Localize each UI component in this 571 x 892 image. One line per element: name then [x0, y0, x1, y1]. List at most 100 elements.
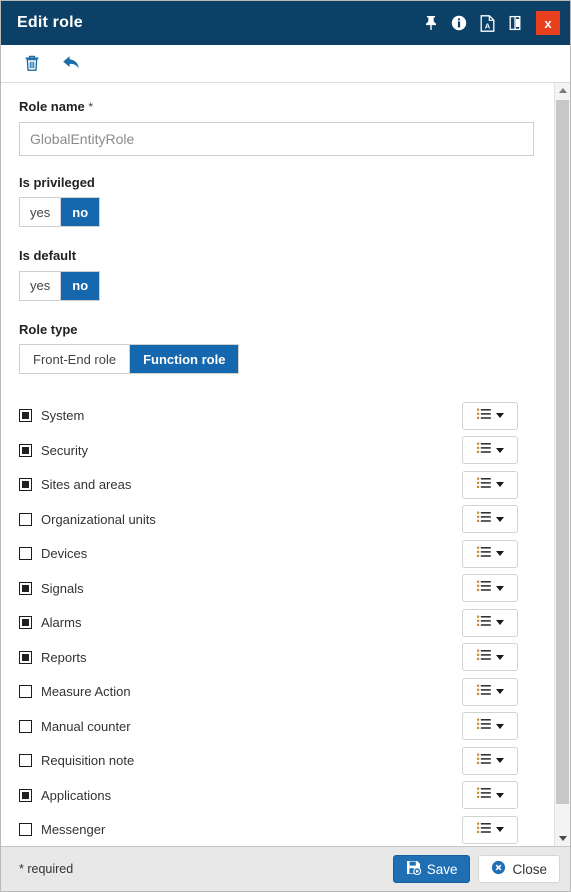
is-default-no[interactable]: no [61, 271, 100, 300]
permission-toggle[interactable]: Messenger [19, 823, 105, 837]
permission-options-dropdown[interactable] [462, 539, 518, 568]
scrollbar-track[interactable] [555, 98, 570, 831]
permission-options-dropdown[interactable] [462, 815, 518, 844]
list-icon [476, 752, 491, 770]
permission-toggle[interactable]: Sites and areas [19, 477, 132, 493]
checkbox-icon[interactable] [19, 581, 32, 595]
role-name-label-text: Role name [19, 99, 85, 114]
permission-toggle[interactable]: Security [19, 442, 88, 458]
permission-row: Alarms [19, 605, 534, 640]
chevron-down-icon [495, 758, 504, 764]
permission-options-dropdown[interactable] [462, 677, 518, 706]
is-default-toggle[interactable]: yes no [19, 270, 101, 301]
permission-toggle[interactable]: System [19, 409, 84, 423]
list-icon [476, 786, 491, 804]
checkbox-indeterminate-mark [22, 619, 29, 627]
list-icon [476, 683, 491, 701]
permission-options-dropdown[interactable] [462, 574, 518, 603]
scroll-down-arrow-icon[interactable] [555, 831, 570, 846]
role-name-label: Role name * [19, 99, 534, 115]
permission-label: Reports [41, 649, 87, 665]
close-button[interactable]: Close [478, 855, 560, 883]
permission-options-dropdown[interactable] [462, 746, 518, 775]
permission-row: Signals [19, 571, 534, 606]
pin-icon[interactable] [417, 8, 445, 38]
role-type-toggle[interactable]: Front-End role Function role [19, 344, 240, 375]
permission-row: System [19, 398, 534, 433]
permission-label: Organizational units [41, 511, 156, 527]
permission-toggle[interactable]: Alarms [19, 616, 81, 630]
permission-toggle[interactable]: Reports [19, 649, 87, 665]
permission-options-dropdown[interactable] [462, 505, 518, 534]
checkbox-icon[interactable] [19, 409, 32, 423]
chevron-down-icon [495, 689, 504, 695]
permission-options-dropdown[interactable] [462, 436, 518, 465]
checkbox-icon[interactable] [19, 616, 32, 630]
permission-row: Applications [19, 778, 534, 813]
checkbox-icon[interactable] [19, 823, 32, 837]
permission-label: Security [41, 442, 88, 458]
chevron-down-icon [495, 447, 504, 453]
permission-toggle[interactable]: Devices [19, 547, 87, 561]
list-icon [476, 545, 491, 563]
permission-row: Measure Action [19, 674, 534, 709]
checkbox-indeterminate-mark [22, 584, 29, 592]
checkbox-icon[interactable] [19, 478, 32, 492]
permission-options-dropdown[interactable] [462, 643, 518, 672]
is-privileged-yes[interactable]: yes [20, 198, 62, 227]
close-window-button[interactable]: x [536, 11, 560, 35]
permission-toggle[interactable]: Measure Action [19, 685, 131, 699]
checkbox-indeterminate-mark [22, 412, 29, 420]
list-icon [476, 476, 491, 494]
permission-options-dropdown[interactable] [462, 608, 518, 637]
list-icon [476, 441, 491, 459]
permission-label: Applications [41, 787, 112, 803]
permission-options-dropdown[interactable] [462, 712, 518, 741]
scrollbar-thumb[interactable] [556, 100, 569, 804]
pdf-export-icon[interactable]: A [473, 8, 501, 38]
save-button[interactable]: Save [392, 855, 471, 883]
checkbox-icon[interactable] [19, 512, 32, 526]
checkbox-icon[interactable] [19, 650, 32, 664]
permission-toggle[interactable]: Signals [19, 581, 84, 595]
close-button-label: Close [512, 861, 547, 877]
is-default-yes[interactable]: yes [20, 271, 62, 300]
permission-label: Manual counter [41, 718, 131, 734]
permission-row: Sites and areas [19, 467, 534, 502]
undo-icon[interactable] [59, 51, 85, 77]
edit-role-dialog: Edit role A x Role name * GlobalEntityRo… [0, 0, 571, 892]
vertical-scrollbar[interactable] [554, 83, 570, 846]
permission-label: Sites and areas [41, 477, 132, 493]
checkbox-icon[interactable] [19, 443, 32, 457]
chevron-down-icon [495, 413, 504, 419]
checkbox-icon[interactable] [19, 754, 32, 768]
permission-row: Organizational units [19, 502, 534, 537]
is-privileged-toggle[interactable]: yes no [19, 197, 101, 228]
checkbox-icon[interactable] [19, 685, 32, 699]
checkbox-icon[interactable] [19, 719, 32, 733]
permission-options-dropdown[interactable] [462, 401, 518, 430]
required-marker: * [88, 100, 94, 114]
checkbox-indeterminate-mark [22, 481, 29, 489]
role-name-input[interactable] [19, 121, 534, 156]
permission-toggle[interactable]: Manual counter [19, 718, 131, 734]
delete-icon[interactable] [19, 51, 45, 77]
is-privileged-no[interactable]: no [61, 198, 100, 227]
split-panel-icon[interactable] [501, 8, 529, 38]
info-icon[interactable] [445, 8, 473, 38]
permission-toggle[interactable]: Applications [19, 787, 112, 803]
form-content: Role name * Is privileged yes no Is defa… [1, 83, 554, 846]
permission-options-dropdown[interactable] [462, 781, 518, 810]
checkbox-icon[interactable] [19, 547, 32, 561]
checkbox-indeterminate-mark [22, 791, 29, 799]
permission-options-dropdown[interactable] [462, 470, 518, 499]
role-type-frontend[interactable]: Front-End role [20, 345, 131, 374]
checkbox-icon[interactable] [19, 788, 32, 802]
permission-toggle[interactable]: Requisition note [19, 754, 134, 768]
list-icon [476, 510, 491, 528]
role-type-function[interactable]: Function role [130, 345, 239, 374]
scroll-up-arrow-icon[interactable] [555, 83, 570, 98]
permission-toggle[interactable]: Organizational units [19, 511, 156, 527]
dialog-toolbar [1, 45, 570, 83]
chevron-down-icon [495, 723, 504, 729]
